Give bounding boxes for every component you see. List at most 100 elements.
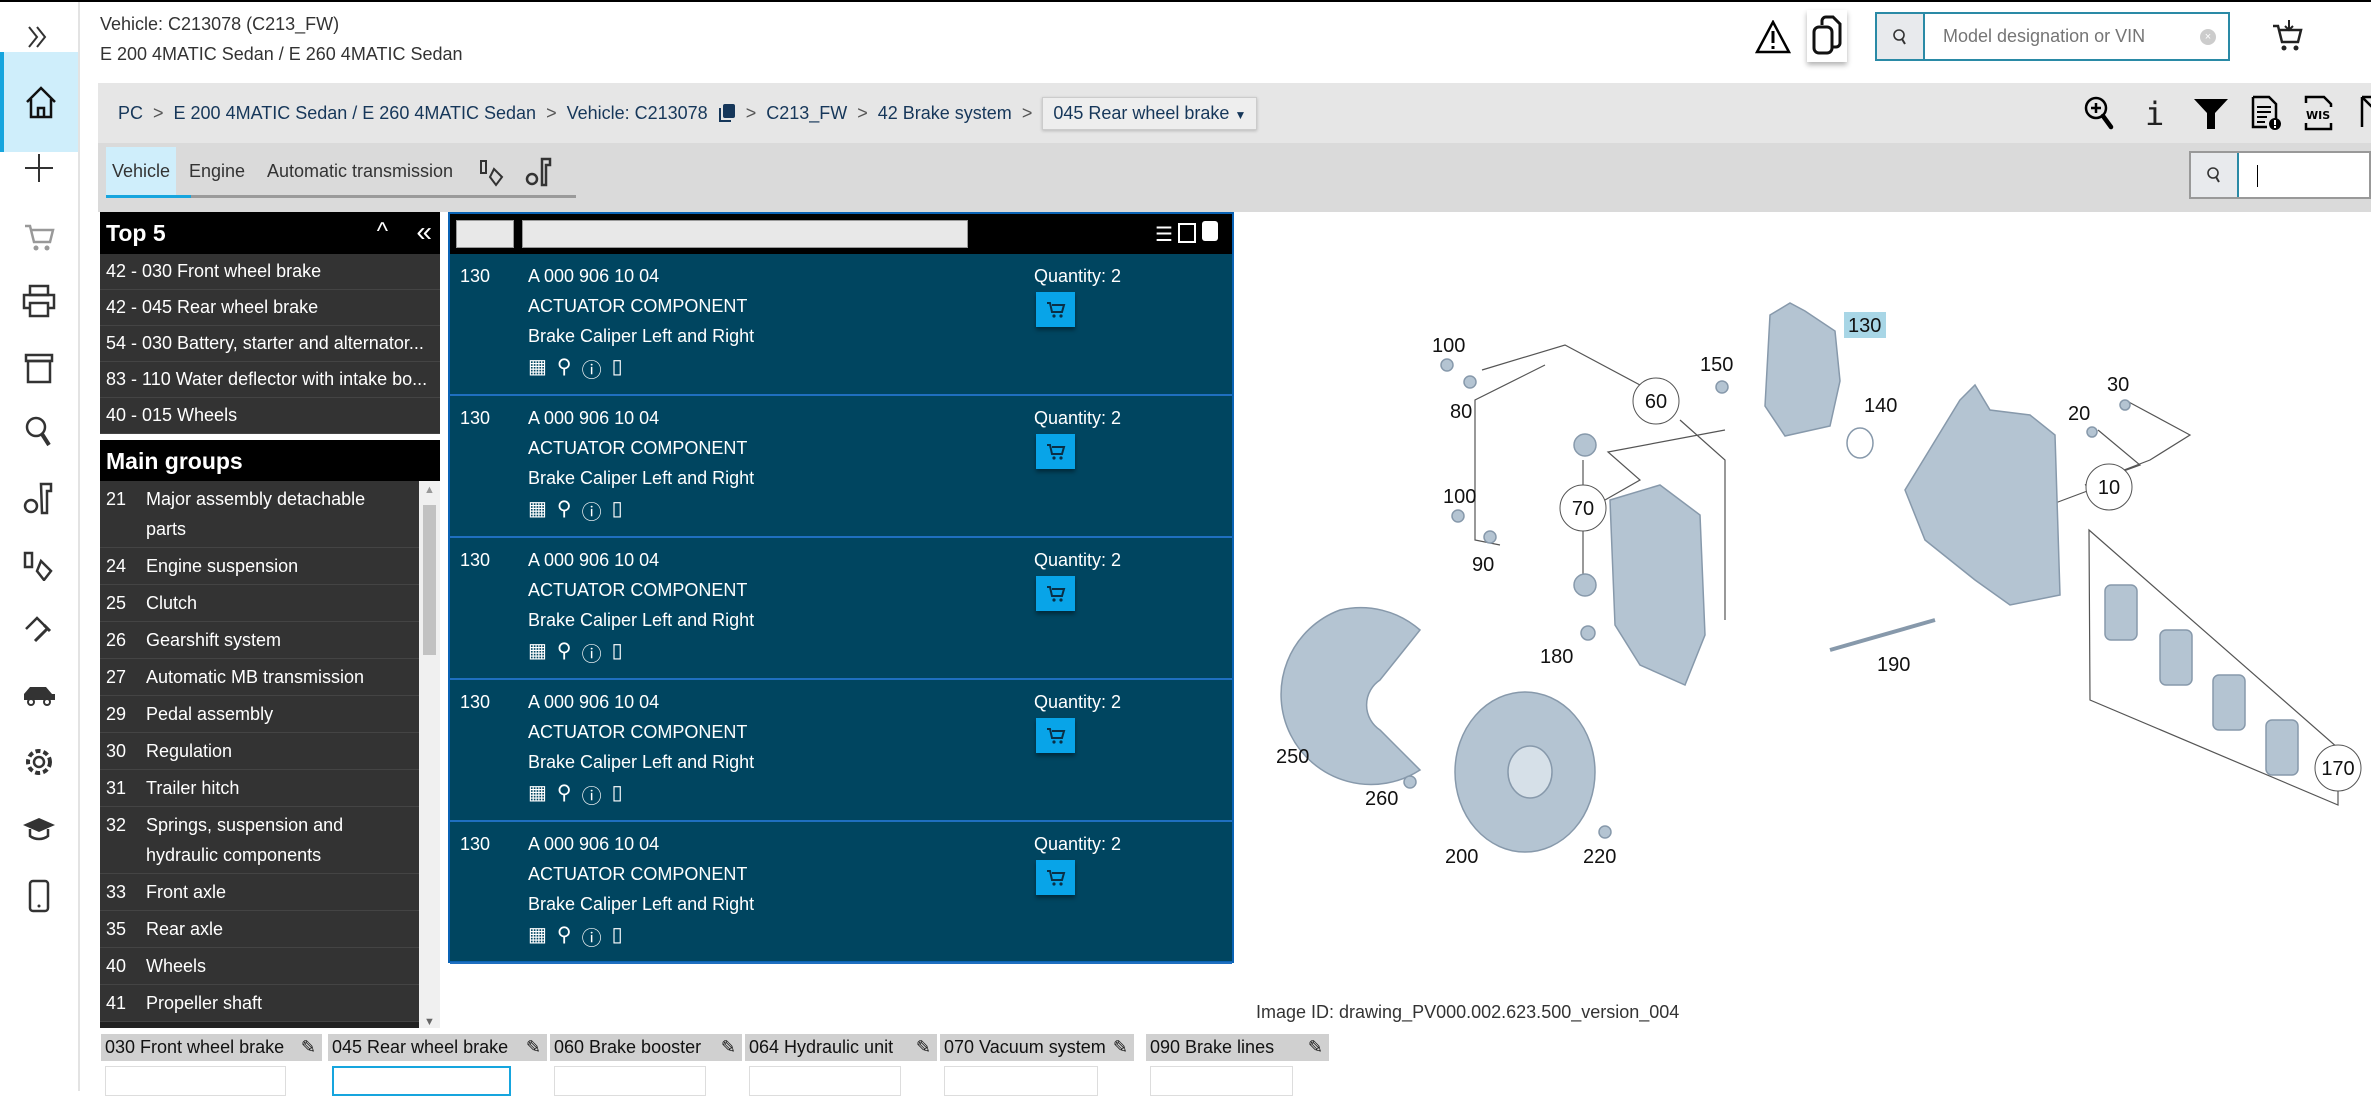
top5-item[interactable]: 42 - 030 Front wheel brake bbox=[100, 254, 440, 290]
key-icon[interactable]: ⚲ bbox=[557, 780, 572, 809]
sidebar-car-button[interactable] bbox=[0, 664, 78, 724]
main-group-item[interactable]: 29 Pedal assembly bbox=[100, 696, 419, 733]
clear-icon[interactable]: × bbox=[2188, 14, 2228, 59]
exploded-diagram[interactable]: 130 100 80 150 140 30 20 100 90 180 190 250 260 200 22… bbox=[1240, 212, 2371, 1002]
sidebar-tools-button[interactable] bbox=[0, 468, 78, 528]
wis-document-icon[interactable]: ▯ bbox=[612, 638, 623, 667]
parts-search[interactable] bbox=[2189, 151, 2371, 199]
part-row[interactable]: 130 A 000 906 10 04 ACTUATOR COMPONENT Brak… bbox=[450, 822, 1232, 964]
main-group-item[interactable]: 27 Automatic MB transmission bbox=[100, 659, 419, 696]
sidebar-search-button[interactable] bbox=[0, 401, 78, 461]
part-row[interactable]: 130 A 000 906 10 04 ACTUATOR COMPONENT Brak… bbox=[450, 254, 1232, 396]
info-icon[interactable]: ⓘ bbox=[582, 638, 602, 667]
edit-icon[interactable]: ✎ bbox=[721, 1037, 736, 1058]
zoom-in-icon[interactable] bbox=[2083, 95, 2117, 136]
subgroup-tab[interactable]: 070 Vacuum system ✎ bbox=[940, 1034, 1134, 1061]
table-icon[interactable]: ▦ bbox=[528, 780, 547, 809]
edit-icon[interactable]: ✎ bbox=[1113, 1037, 1128, 1058]
part-row[interactable]: 130 A 000 906 10 04 ACTUATOR COMPONENT Brak… bbox=[450, 396, 1232, 538]
diagram-label[interactable]: 180 bbox=[1540, 646, 1573, 668]
wis-icon[interactable]: WIS bbox=[2304, 95, 2334, 136]
part-filter-input[interactable] bbox=[522, 220, 968, 248]
main-group-item[interactable]: 33 Front axle bbox=[100, 874, 419, 911]
main-group-item[interactable]: 25 Clutch bbox=[100, 585, 419, 622]
warning-icon[interactable] bbox=[1754, 19, 1792, 59]
breadcrumb-pc[interactable]: PC bbox=[118, 103, 143, 124]
vin-search[interactable]: × bbox=[1875, 12, 2230, 61]
sidebar-printer-button[interactable] bbox=[0, 271, 78, 331]
diagram-label[interactable]: 150 bbox=[1700, 354, 1733, 376]
main-group-item[interactable]: 32 Springs, suspension and hydraulic comp… bbox=[100, 807, 419, 874]
subgroup-dropdown[interactable]: 045 Rear wheel brake ▼ bbox=[1042, 96, 1258, 130]
info-icon[interactable]: ⓘ bbox=[582, 780, 602, 809]
add-to-cart-button[interactable] bbox=[1036, 576, 1075, 611]
callout-label[interactable]: 70 bbox=[1572, 498, 1594, 520]
diagram-label[interactable]: 90 bbox=[1472, 554, 1494, 576]
add-to-cart-button[interactable] bbox=[1036, 292, 1075, 327]
callout-label[interactable]: 60 bbox=[1645, 391, 1667, 413]
document-warning-icon[interactable] bbox=[2251, 95, 2281, 136]
diagram-label[interactable]: 100 bbox=[1443, 486, 1476, 508]
vin-search-input[interactable] bbox=[1925, 14, 2188, 59]
top5-item[interactable]: 54 - 030 Battery, starter and alternator… bbox=[100, 326, 440, 362]
table-icon[interactable]: ▦ bbox=[528, 354, 547, 383]
subgroup-thumbnail[interactable] bbox=[944, 1066, 1098, 1096]
breadcrumb-catalog[interactable]: C213_FW bbox=[766, 103, 847, 124]
scroll-up-icon[interactable]: ▲ bbox=[419, 481, 440, 499]
main-group-item[interactable]: 30 Regulation bbox=[100, 733, 419, 770]
top5-item[interactable]: 83 - 110 Water deflector with intake bo.… bbox=[100, 362, 440, 398]
callout-label[interactable]: 170 bbox=[2321, 758, 2354, 780]
main-group-item[interactable]: 42Brake system bbox=[100, 1022, 419, 1028]
diagram-label[interactable]: 200 bbox=[1445, 846, 1478, 868]
main-group-item[interactable]: 31 Trailer hitch bbox=[100, 770, 419, 807]
spray-icon[interactable] bbox=[472, 147, 514, 196]
edit-icon[interactable]: ✎ bbox=[301, 1037, 316, 1058]
tools-icon[interactable] bbox=[518, 147, 560, 196]
diagram-label[interactable]: 190 bbox=[1877, 654, 1910, 676]
wis-document-icon[interactable]: ▯ bbox=[612, 780, 623, 809]
collapse-up-icon[interactable]: ^ bbox=[377, 218, 388, 246]
add-to-cart-button[interactable] bbox=[1036, 718, 1075, 753]
part-row[interactable]: 130 A 000 906 10 04 ACTUATOR COMPONENT Brak… bbox=[450, 680, 1232, 822]
main-group-item[interactable]: 40 Wheels bbox=[100, 948, 419, 985]
subgroup-tab[interactable]: 060 Brake booster ✎ bbox=[550, 1034, 742, 1061]
diagram-label[interactable]: 20 bbox=[2068, 403, 2090, 425]
subgroup-thumbnail[interactable] bbox=[105, 1066, 286, 1096]
subgroup-tab[interactable]: 045 Rear wheel brake ✎ bbox=[328, 1034, 547, 1061]
list-view-icon[interactable]: ☰ bbox=[1155, 222, 1173, 247]
diagram-label[interactable]: 220 bbox=[1583, 846, 1616, 868]
breadcrumb-model[interactable]: E 200 4MATIC Sedan / E 260 4MATIC Sedan bbox=[174, 103, 537, 124]
table-icon[interactable]: ▦ bbox=[528, 922, 547, 951]
main-group-item[interactable]: 41 Propeller shaft bbox=[100, 985, 419, 1022]
diagram-label[interactable]: 80 bbox=[1450, 401, 1472, 423]
sidebar-graduation-cap-button[interactable] bbox=[0, 799, 78, 859]
diagram-label[interactable]: 100 bbox=[1432, 335, 1465, 357]
edit-icon[interactable]: ✎ bbox=[526, 1037, 541, 1058]
part-row[interactable]: 130 A 000 906 10 04 ACTUATOR COMPONENT Brak… bbox=[450, 538, 1232, 680]
parts-search-input[interactable] bbox=[2239, 153, 2369, 197]
callout-label[interactable]: 10 bbox=[2098, 477, 2120, 499]
key-icon[interactable]: ⚲ bbox=[557, 496, 572, 525]
info-icon[interactable]: i bbox=[2145, 95, 2164, 133]
sidebar-spray-button[interactable] bbox=[0, 533, 78, 593]
copy-icon[interactable] bbox=[1202, 221, 1218, 241]
diagram-label[interactable]: 30 bbox=[2107, 374, 2129, 396]
sidebar-plus-button[interactable] bbox=[0, 138, 78, 198]
expand-icon[interactable] bbox=[1178, 223, 1196, 243]
top5-item[interactable]: 42 - 045 Rear wheel brake bbox=[100, 290, 440, 326]
subgroup-thumbnail[interactable] bbox=[332, 1066, 511, 1096]
tab-engine[interactable]: Engine bbox=[183, 147, 251, 196]
top5-item[interactable]: 40 - 015 Wheels bbox=[100, 398, 440, 434]
cart-import-icon[interactable] bbox=[2270, 18, 2306, 59]
subgroup-thumbnail[interactable] bbox=[749, 1066, 901, 1096]
diagram-label[interactable]: 140 bbox=[1864, 395, 1897, 417]
add-to-cart-button[interactable] bbox=[1036, 434, 1075, 469]
key-icon[interactable]: ⚲ bbox=[557, 638, 572, 667]
main-group-item[interactable]: 26 Gearshift system bbox=[100, 622, 419, 659]
subgroup-tab[interactable]: 030 Front wheel brake ✎ bbox=[101, 1034, 322, 1061]
scrollbar-thumb[interactable] bbox=[423, 505, 436, 655]
breadcrumb-vehicle[interactable]: Vehicle: C213078 bbox=[567, 103, 708, 124]
edit-icon[interactable]: ✎ bbox=[916, 1037, 931, 1058]
diagram-label[interactable]: 260 bbox=[1365, 788, 1398, 810]
sidebar-service-button[interactable] bbox=[0, 599, 78, 659]
